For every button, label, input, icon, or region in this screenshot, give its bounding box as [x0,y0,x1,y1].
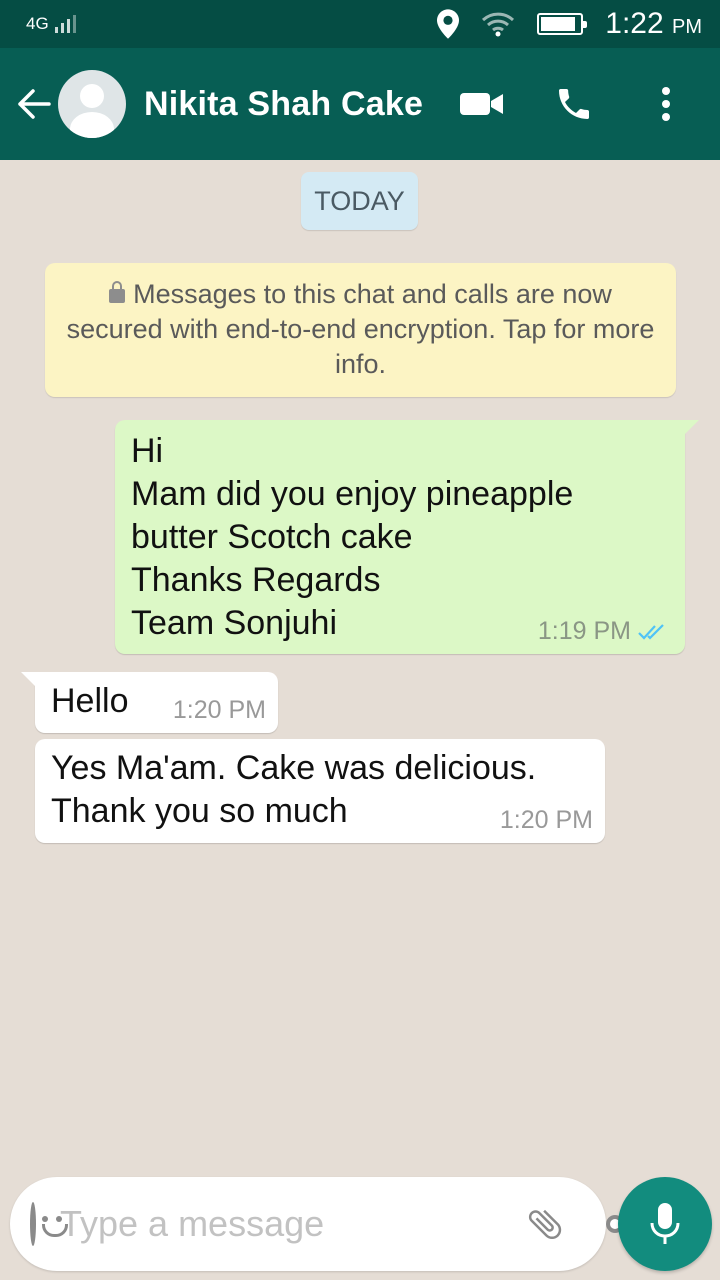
signal-icon [54,15,76,33]
status-right: 1:22 PM [437,7,702,41]
encryption-notice[interactable]: Messages to this chat and calls are now … [45,263,676,397]
mic-icon[interactable] [618,1177,712,1271]
network-type: 4G [26,14,49,33]
phone-icon[interactable] [552,82,596,126]
message-input[interactable] [60,1194,525,1254]
encryption-notice-text: Messages to this chat and calls are now … [66,279,655,379]
emoji-icon[interactable] [30,1202,68,1246]
message-time: 1:20 PM [172,696,266,724]
back-arrow-icon[interactable] [14,84,54,124]
more-vert-icon[interactable] [644,82,688,126]
header-actions [460,82,688,126]
message-meta: 1:20 PM [173,696,266,725]
message-bubble-incoming[interactable]: Hello 1:20 PM [21,672,278,733]
battery-icon [537,13,588,35]
clock: 1:22 PM [605,7,702,41]
message-text: Hi Mam did you enjoy pineapple butter Sc… [131,432,574,642]
message-time: 1:20 PM [499,806,593,834]
status-bar: 4G 1:22 PM [0,0,720,48]
clock-time: 1:22 [605,7,664,40]
message-time: 1:19 PM [537,617,631,645]
read-receipt-icon [638,623,664,640]
message-bubble-outgoing[interactable]: Hi Mam did you enjoy pineapple butter Sc… [115,420,699,654]
message-meta: 1:19 PM [538,617,669,646]
location-icon [437,9,460,39]
lock-icon [109,281,126,303]
chat-header: Nikita Shah Cake [0,48,720,160]
wifi-icon [482,12,515,37]
date-chip: TODAY [301,172,418,230]
message-meta: 1:20 PM [500,806,593,835]
attach-icon[interactable] [525,1202,565,1246]
contact-name[interactable]: Nikita Shah Cake [144,85,460,124]
message-bubble-incoming[interactable]: Yes Ma'am. Cake was delicious. Thank you… [35,739,605,843]
chat-area[interactable]: TODAY Messages to this chat and calls ar… [0,160,720,1280]
message-composer [10,1177,624,1271]
clock-ampm: PM [672,16,702,38]
status-left: 4G [26,14,76,34]
avatar-icon[interactable] [58,70,126,138]
video-call-icon[interactable] [460,82,504,126]
